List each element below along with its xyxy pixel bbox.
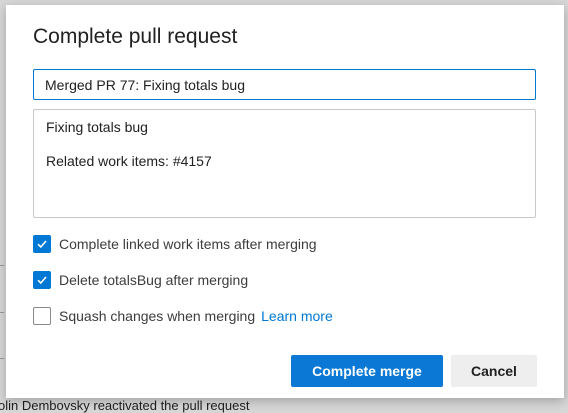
merge-commit-description-textarea[interactable]: Fixing totals bug Related work items: #4… bbox=[33, 109, 536, 218]
description-line: Fixing totals bug bbox=[46, 119, 148, 135]
complete-work-items-label: Complete linked work items after merging bbox=[59, 236, 317, 252]
cancel-button[interactable]: Cancel bbox=[451, 355, 537, 387]
squash-changes-option[interactable]: Squash changes when merging Learn more bbox=[33, 307, 333, 325]
complete-merge-button[interactable]: Complete merge bbox=[291, 355, 443, 387]
complete-pull-request-dialog: Complete pull request Fixing totals bug … bbox=[6, 5, 564, 398]
background-divider bbox=[0, 358, 4, 359]
description-blank-line bbox=[46, 136, 523, 152]
delete-branch-checkbox[interactable] bbox=[33, 271, 51, 289]
complete-work-items-checkbox[interactable] bbox=[33, 235, 51, 253]
checkmark-icon bbox=[37, 276, 47, 285]
background-divider bbox=[0, 312, 4, 313]
background-divider bbox=[0, 265, 4, 266]
delete-branch-label: Delete totalsBug after merging bbox=[59, 272, 249, 288]
checkmark-icon bbox=[37, 240, 47, 249]
description-line: Related work items: #4157 bbox=[46, 153, 212, 169]
squash-changes-checkbox[interactable] bbox=[33, 307, 51, 325]
complete-work-items-option[interactable]: Complete linked work items after merging bbox=[33, 235, 317, 253]
squash-changes-label: Squash changes when merging bbox=[59, 308, 256, 324]
learn-more-link[interactable]: Learn more bbox=[261, 308, 333, 324]
delete-branch-option[interactable]: Delete totalsBug after merging bbox=[33, 271, 248, 289]
merge-commit-title-input[interactable] bbox=[33, 69, 536, 100]
activity-entry-text: olin Dembovsky reactivated the pull requ… bbox=[0, 398, 250, 413]
dialog-title: Complete pull request bbox=[33, 25, 238, 48]
